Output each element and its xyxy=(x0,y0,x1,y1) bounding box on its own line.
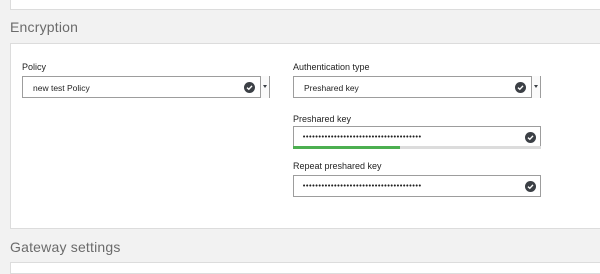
check-circle-icon xyxy=(525,181,536,192)
gateway-settings-panel xyxy=(10,262,600,274)
gateway-settings-section-title: Gateway settings xyxy=(10,239,121,255)
auth-type-select[interactable]: Preshared key xyxy=(293,76,541,98)
password-strength-bar xyxy=(293,146,541,149)
check-circle-icon xyxy=(515,82,526,93)
repeat-preshared-key-input[interactable] xyxy=(302,179,522,193)
check-circle-icon xyxy=(525,132,536,143)
chevron-down-icon[interactable] xyxy=(531,76,540,98)
password-strength-fill xyxy=(293,146,400,149)
preshared-key-label: Preshared key xyxy=(293,114,352,124)
previous-panel xyxy=(10,0,600,10)
repeat-preshared-key-field[interactable] xyxy=(293,175,541,197)
chevron-down-icon[interactable] xyxy=(260,76,269,98)
auth-type-label: Authentication type xyxy=(293,62,370,72)
policy-label: Policy xyxy=(22,62,47,72)
check-circle-icon xyxy=(244,82,255,93)
repeat-preshared-key-label: Repeat preshared key xyxy=(293,161,382,171)
preshared-key-field[interactable] xyxy=(293,126,541,148)
preshared-key-input[interactable] xyxy=(302,130,522,144)
encryption-section-title: Encryption xyxy=(10,19,79,35)
policy-select[interactable]: new test Policy xyxy=(22,76,270,98)
policy-select-value: new test Policy xyxy=(33,83,90,93)
auth-type-select-value: Preshared key xyxy=(304,83,359,93)
